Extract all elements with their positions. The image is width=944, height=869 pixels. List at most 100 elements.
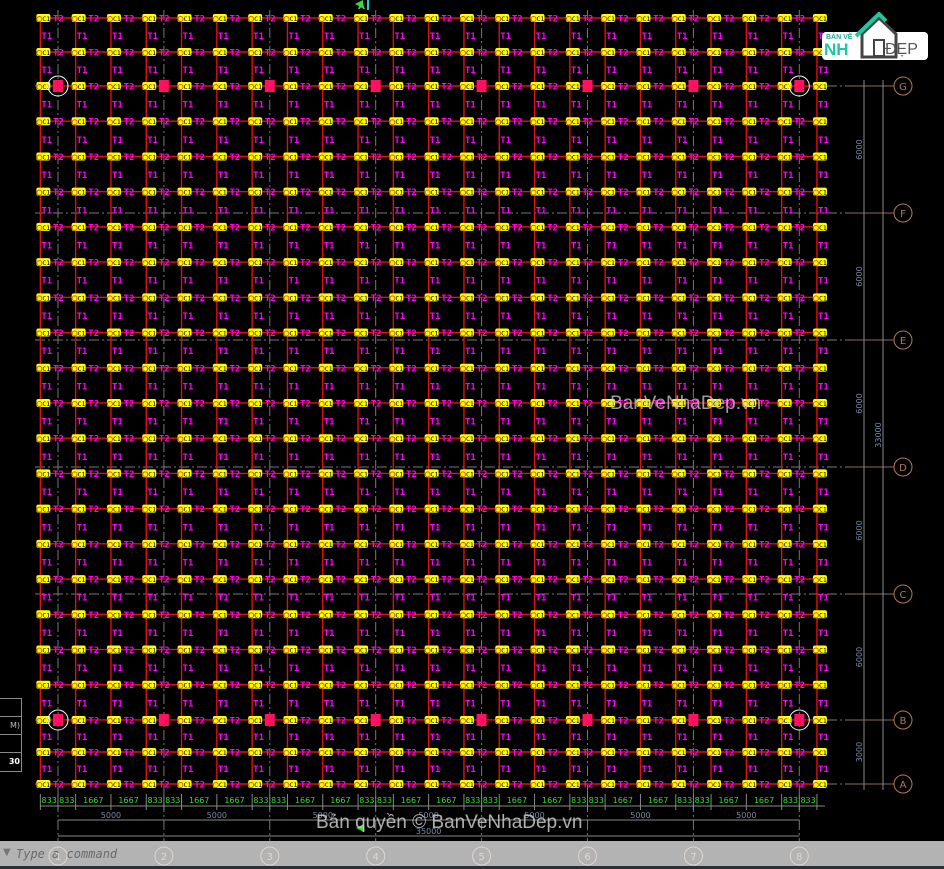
vertical-beam-tag: T1	[253, 765, 264, 775]
horizontal-beam-tag: T2	[53, 749, 64, 759]
column-tag: C1	[572, 153, 580, 161]
column-tag: C1	[678, 49, 686, 57]
properties-table: M) 30	[0, 698, 22, 772]
column-tag: C1	[78, 189, 86, 197]
main-column	[53, 713, 63, 726]
column-tag: C1	[360, 541, 368, 549]
column-tag: C1	[254, 153, 262, 161]
column-tag: C1	[78, 118, 86, 126]
horizontal-beam-tag: T2	[547, 749, 558, 759]
horizontal-beam-tag: T2	[335, 153, 346, 163]
command-history-icon[interactable]: ▼	[3, 847, 11, 858]
column-tag: C1	[607, 153, 615, 161]
vertical-beam-tag: T1	[147, 733, 158, 743]
horizontal-beam-tag: T2	[441, 576, 452, 586]
horizontal-beam-tag: T2	[547, 364, 558, 374]
column-tag: C1	[42, 781, 50, 789]
column-tag: C1	[395, 118, 403, 126]
column-tag: C1	[184, 365, 192, 373]
column-tag: C1	[607, 49, 615, 57]
horizontal-beam-tag: T2	[477, 749, 488, 759]
column-tag: C1	[395, 365, 403, 373]
horizontal-beam-tag: T2	[618, 540, 629, 550]
column-tag: C1	[289, 435, 297, 443]
column-tag: C1	[501, 224, 509, 232]
dimension-text: 1667	[648, 796, 668, 805]
horizontal-beam-tag: T2	[477, 646, 488, 656]
vertical-beam-tag: T1	[818, 312, 829, 322]
vertical-beam-tag: T1	[147, 488, 158, 498]
vertical-beam-tag: T1	[677, 277, 688, 287]
vertical-beam-tag: T1	[112, 171, 123, 181]
vertical-beam-tag: T1	[571, 206, 582, 216]
vertical-beam-tag: T1	[747, 382, 758, 392]
vertical-beam-tag: T1	[41, 206, 52, 216]
vertical-beam-tag: T1	[112, 136, 123, 146]
horizontal-beam-tag: T2	[194, 118, 205, 128]
horizontal-beam-tag: T2	[547, 259, 558, 269]
horizontal-beam-tag: T2	[124, 153, 135, 163]
vertical-beam-tag: T1	[288, 206, 299, 216]
dimension-text: 1667	[295, 796, 315, 805]
horizontal-beam-tag: T2	[759, 716, 770, 726]
horizontal-beam-tag: T2	[512, 681, 523, 691]
vertical-beam-tag: T1	[430, 382, 441, 392]
column-tag: C1	[78, 435, 86, 443]
vertical-beam-tag: T1	[41, 66, 52, 76]
horizontal-beam-tag: T2	[583, 540, 594, 550]
column-tag: C1	[360, 224, 368, 232]
column-tag: C1	[784, 682, 792, 690]
vertical-beam-tag: T1	[253, 453, 264, 463]
horizontal-beam-tag: T2	[194, 329, 205, 339]
vertical-beam-tag: T1	[536, 523, 547, 533]
horizontal-beam-tag: T2	[653, 223, 664, 233]
horizontal-beam-tag: T2	[159, 576, 170, 586]
column-tag: C1	[642, 118, 650, 126]
horizontal-beam-tag: T2	[759, 223, 770, 233]
horizontal-beam-tag: T2	[794, 505, 805, 515]
column-tag: C1	[78, 541, 86, 549]
horizontal-beam-tag: T2	[265, 188, 276, 198]
horizontal-beam-tag: T2	[653, 681, 664, 691]
horizontal-beam-tag: T2	[124, 611, 135, 621]
vertical-beam-tag: T1	[500, 66, 511, 76]
horizontal-beam-tag: T2	[300, 749, 311, 759]
vertical-beam-tag: T1	[818, 66, 829, 76]
cad-drawing-canvas[interactable]: T1 T1 T1 T1 T1 T1 T1 T1 T1 T1 T1 T1 T1 T1 T1 T1 T1 T1 T1 T1…	[0, 0, 944, 869]
horizontal-beam-tag: T2	[159, 505, 170, 515]
column-tag: C1	[42, 330, 50, 338]
horizontal-beam-tag: T2	[406, 364, 417, 374]
column-tag: C1	[501, 781, 509, 789]
vertical-beam-tag: T1	[147, 312, 158, 322]
column-tag: C1	[748, 294, 756, 302]
vertical-beam-tag: T1	[112, 488, 123, 498]
column-tag: C1	[607, 541, 615, 549]
vertical-beam-tag: T1	[112, 347, 123, 357]
column-tag: C1	[572, 189, 580, 197]
vertical-beam-tag: T1	[430, 523, 441, 533]
vertical-beam-tag: T1	[324, 488, 335, 498]
column-tag: C1	[431, 749, 439, 757]
column-tag: C1	[431, 15, 439, 23]
horizontal-beam-tag: T2	[653, 611, 664, 621]
horizontal-beam-tag: T2	[88, 681, 99, 691]
dimension-text: 1667	[189, 796, 209, 805]
column-tag: C1	[78, 400, 86, 408]
horizontal-beam-tag: T2	[512, 399, 523, 409]
column-tag: C1	[501, 83, 509, 91]
column-tag: C1	[184, 749, 192, 757]
horizontal-beam-tag: T2	[441, 153, 452, 163]
vertical-beam-tag: T1	[818, 594, 829, 604]
vertical-beam-tag: T1	[818, 382, 829, 392]
command-input[interactable]	[14, 844, 618, 864]
column-tag: C1	[360, 259, 368, 267]
column-tag: C1	[678, 611, 686, 619]
horizontal-beam-tag: T2	[159, 399, 170, 409]
horizontal-beam-tag: T2	[265, 15, 276, 25]
vertical-beam-tag: T1	[465, 418, 476, 428]
vertical-beam-tag: T1	[747, 206, 758, 216]
vertical-beam-tag: T1	[606, 206, 617, 216]
horizontal-beam-tag: T2	[88, 781, 99, 791]
horizontal-beam-tag: T2	[371, 681, 382, 691]
column-tag: C1	[219, 647, 227, 655]
